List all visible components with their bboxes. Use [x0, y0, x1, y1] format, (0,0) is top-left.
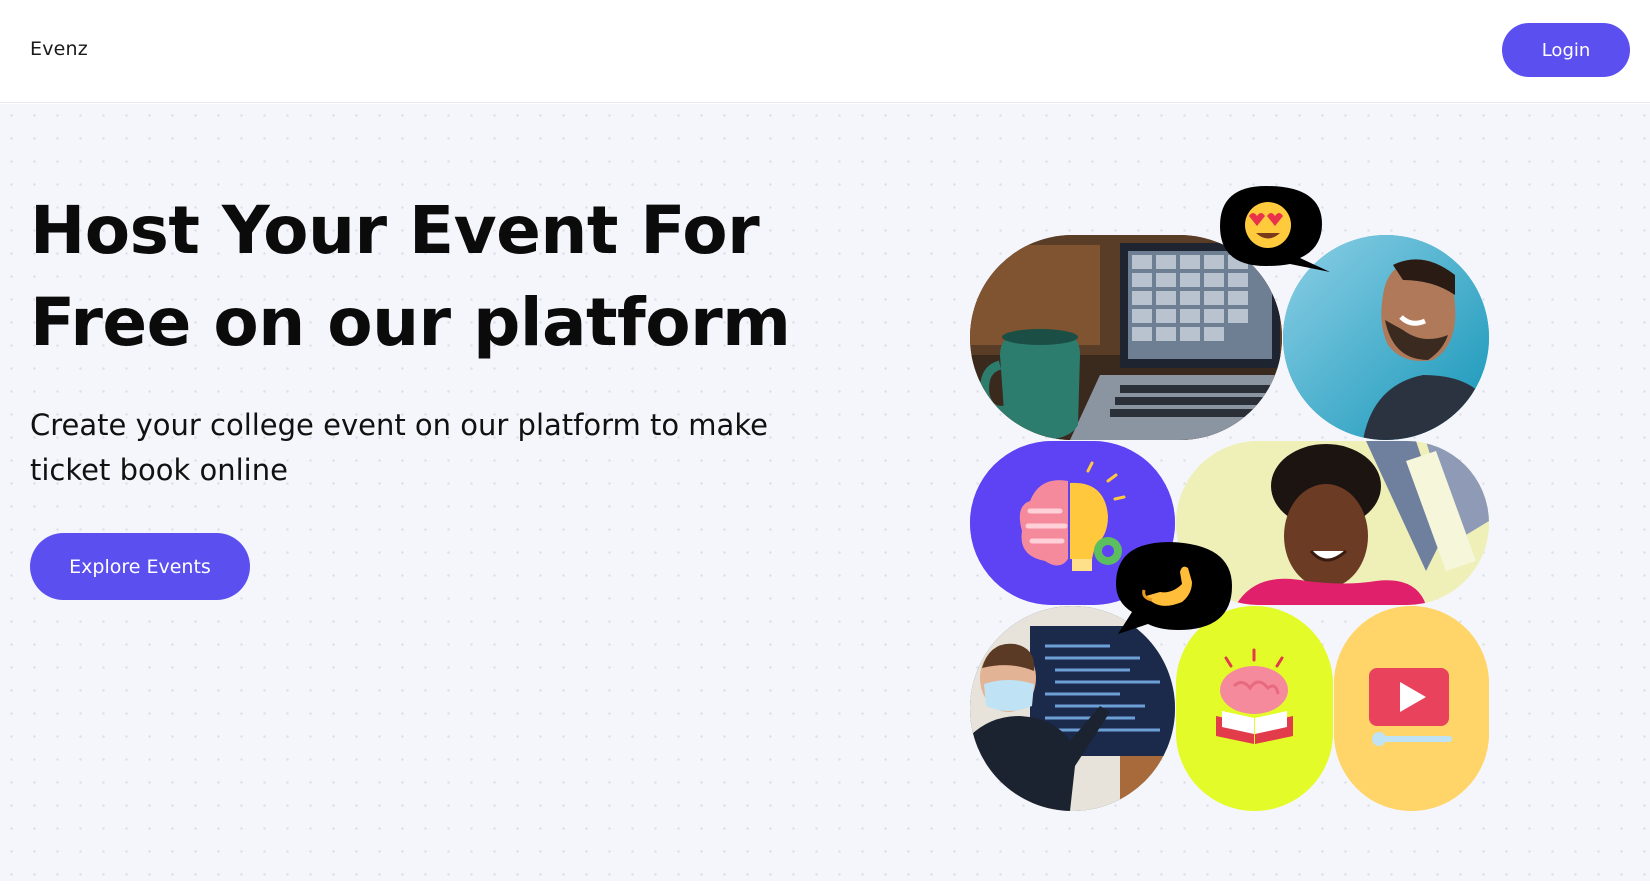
- headline-line-1: Host Your Event For: [30, 192, 760, 269]
- subtext-line-2: ticket book online: [30, 453, 288, 487]
- page-bottom-strip: [0, 881, 1650, 891]
- login-button[interactable]: Login: [1502, 23, 1630, 77]
- subtext-line-1: Create your college event on our platfor…: [30, 408, 768, 442]
- hero-subtext: Create your college event on our platfor…: [30, 403, 830, 493]
- brand-logo[interactable]: Evenz: [30, 38, 88, 60]
- top-navbar: Evenz Login: [0, 0, 1650, 103]
- hero-headline: Host Your Event For Free on our platform: [30, 185, 850, 369]
- heart-eyes-emoji-bubble: [1200, 178, 1336, 274]
- explore-events-button[interactable]: Explore Events: [30, 533, 250, 600]
- brain-book-illustration: [1176, 606, 1333, 811]
- pinched-fingers-emoji-bubble: [1108, 538, 1240, 636]
- heart-eyes-emoji-icon: [1245, 202, 1291, 248]
- presenter-code-screen-photo: [970, 606, 1175, 811]
- video-player-illustration: [1334, 606, 1489, 811]
- headline-line-2: Free on our platform: [30, 284, 791, 361]
